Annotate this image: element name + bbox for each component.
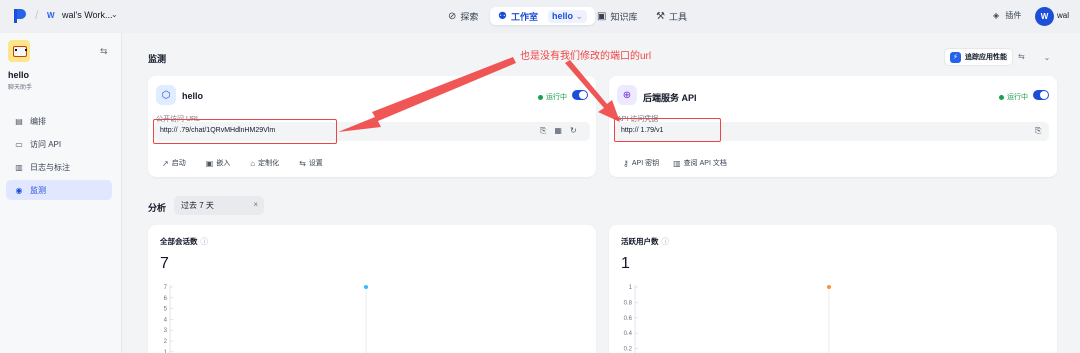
trace-icon: ⚡ [950,51,961,63]
sidebar-item-orchestrate[interactable]: ▤ 编排 [6,111,112,131]
annotation-text: 也是没有我们修改的端口的url [520,51,652,62]
settings-icon[interactable]: ⇆ [1018,52,1025,61]
user-name[interactable]: wal [1057,11,1069,20]
customize-button[interactable]: ⌂ 定制化 [250,158,279,168]
conversations-chart: 7654321 [164,285,368,353]
clear-icon[interactable]: × [253,200,258,209]
highlight-box [153,119,337,144]
cube-icon: ◈ [993,11,1000,20]
api-icon: ⊕ [617,85,637,105]
stat-title: 全部会话数 ⓘ [160,237,209,246]
copy-icon[interactable]: ⎘ [540,126,546,136]
chevron-down-icon[interactable]: ⌄ [111,10,118,19]
y-tick-label: 5 [164,307,168,313]
hammer-icon: ⚒ [656,10,665,22]
nav-studio[interactable]: ⚉ 工作室 hello ⌄ [490,7,596,25]
y-tick-label: 7 [164,285,168,291]
sidebar-item-logs[interactable]: ▥ 日志与标注 [6,157,112,177]
cube-icon: ⬡ [156,85,176,105]
refresh-icon[interactable]: ↻ [570,126,577,136]
plugin-button[interactable]: ◈ 插件 [993,10,1021,21]
data-point[interactable] [827,285,831,289]
file-text-icon: ▥ [15,162,23,172]
workspace-badge: W [47,11,55,20]
data-point[interactable] [364,285,368,289]
status-badge: 运行中 [999,92,1028,102]
app-name: hello [8,70,30,80]
stat-value: 1 [621,255,630,272]
api-toggle[interactable] [1033,90,1049,100]
y-tick-label: 0.2 [624,347,633,353]
window-icon: ▣ [205,158,214,168]
copy-icon[interactable]: ⎘ [1035,126,1041,136]
analysis-title: 分析 [148,203,167,213]
sliders-icon: ⇆ [299,158,306,168]
top-bar: / W wal's Work... ⌄ ⊘ 探索 ⚉ 工作室 hello ⌄ ▣… [0,0,1080,33]
current-app-selector[interactable]: hello ⌄ [547,9,588,23]
app-avatar-icon [8,40,30,62]
external-link-icon: ↗ [162,158,169,168]
status-dot [538,94,543,100]
dify-logo-icon[interactable] [14,9,26,23]
chevron-down-icon: ⌄ [575,10,584,21]
stat-card-conversations: 全部会话数 ⓘ 7 7654321 [148,225,596,353]
nav-knowledge[interactable]: ▣ 知识库 [597,7,637,25]
help-icon: ⓘ [200,237,209,246]
sidebar-item-monitor[interactable]: ◉ 监测 [6,180,112,200]
paint-icon: ⌂ [250,158,256,168]
api-actions: ⚷ API 密钥 ▥ 查阅 API 文档 [623,158,747,168]
launch-button[interactable]: ↗ 启动 [162,158,186,168]
monitor-icon: ◉ [15,185,23,195]
help-icon: ⓘ [661,237,670,246]
sidebar: ⇆ hello 聊天助手 ▤ 编排 ▭ 访问 API ▥ 日志与标注 ◉ 监测 [0,33,122,353]
sidebar-collapse-icon[interactable]: ⇆ [100,46,108,57]
page-title: 监测 [148,54,167,64]
qrcode-icon[interactable]: ▦ [554,126,562,136]
active-users-chart: 1 0.8 0.6 0.4 0.2 [624,285,831,353]
terminal-icon: ▭ [15,139,23,149]
webapp-title: hello [182,91,204,101]
stat-title: 活跃用户数 ⓘ [621,237,670,246]
divider: / [35,8,39,22]
embed-button[interactable]: ▣ 嵌入 [206,158,231,168]
api-docs-button[interactable]: ▥ 查阅 API 文档 [673,158,727,168]
api-key-button[interactable]: ⚷ API 密钥 [623,158,659,168]
nav-explore[interactable]: ⊘ 探索 [448,7,478,25]
compass-icon: ⊘ [448,10,457,22]
y-tick-label: 4 [164,317,168,323]
nav-tools[interactable]: ⚒ 工具 [656,7,687,25]
book-icon: ▣ [597,10,607,22]
stat-value: 7 [160,255,169,272]
stat-card-active-users: 活跃用户数 ⓘ 1 1 0.8 0.6 0.4 0.2 [609,225,1057,353]
status-dot [999,94,1004,100]
status-badge: 运行中 [538,92,567,102]
api-title: 后端服务 API [643,93,697,103]
highlight-box [614,118,721,142]
sidebar-menu: ▤ 编排 ▭ 访问 API ▥ 日志与标注 ◉ 监测 [6,111,112,203]
layout-icon: ▤ [15,116,23,126]
key-icon: ⚷ [623,158,629,168]
settings-button[interactable]: ⇆ 设置 [299,158,323,168]
y-tick-label: 2 [164,339,168,345]
y-tick-label: 0.6 [624,316,633,322]
y-tick-label: 3 [164,328,168,334]
app-type: 聊天助手 [8,85,33,91]
webapp-toggle[interactable] [572,90,588,100]
y-tick-label: 6 [164,296,168,302]
chevron-down-icon[interactable]: ⌄ [1040,50,1054,64]
book-icon: ▥ [673,158,681,168]
y-tick-label: 0.4 [624,331,633,337]
trace-performance-button[interactable]: ⚡ 追踪应用性能 [944,48,1013,66]
y-tick-label: 0.8 [624,300,633,306]
sidebar-item-api[interactable]: ▭ 访问 API [6,134,112,154]
workspace-switcher[interactable]: wal's Work... [62,10,113,20]
webapp-actions: ↗ 启动 ▣ 嵌入 ⌂ 定制化 ⇆ 设置 [162,158,343,168]
y-tick-label: 1 [629,285,633,291]
period-select[interactable]: 过去 7 天 × [174,196,264,215]
robot-icon: ⚉ [498,10,507,22]
avatar[interactable]: W [1035,7,1054,26]
